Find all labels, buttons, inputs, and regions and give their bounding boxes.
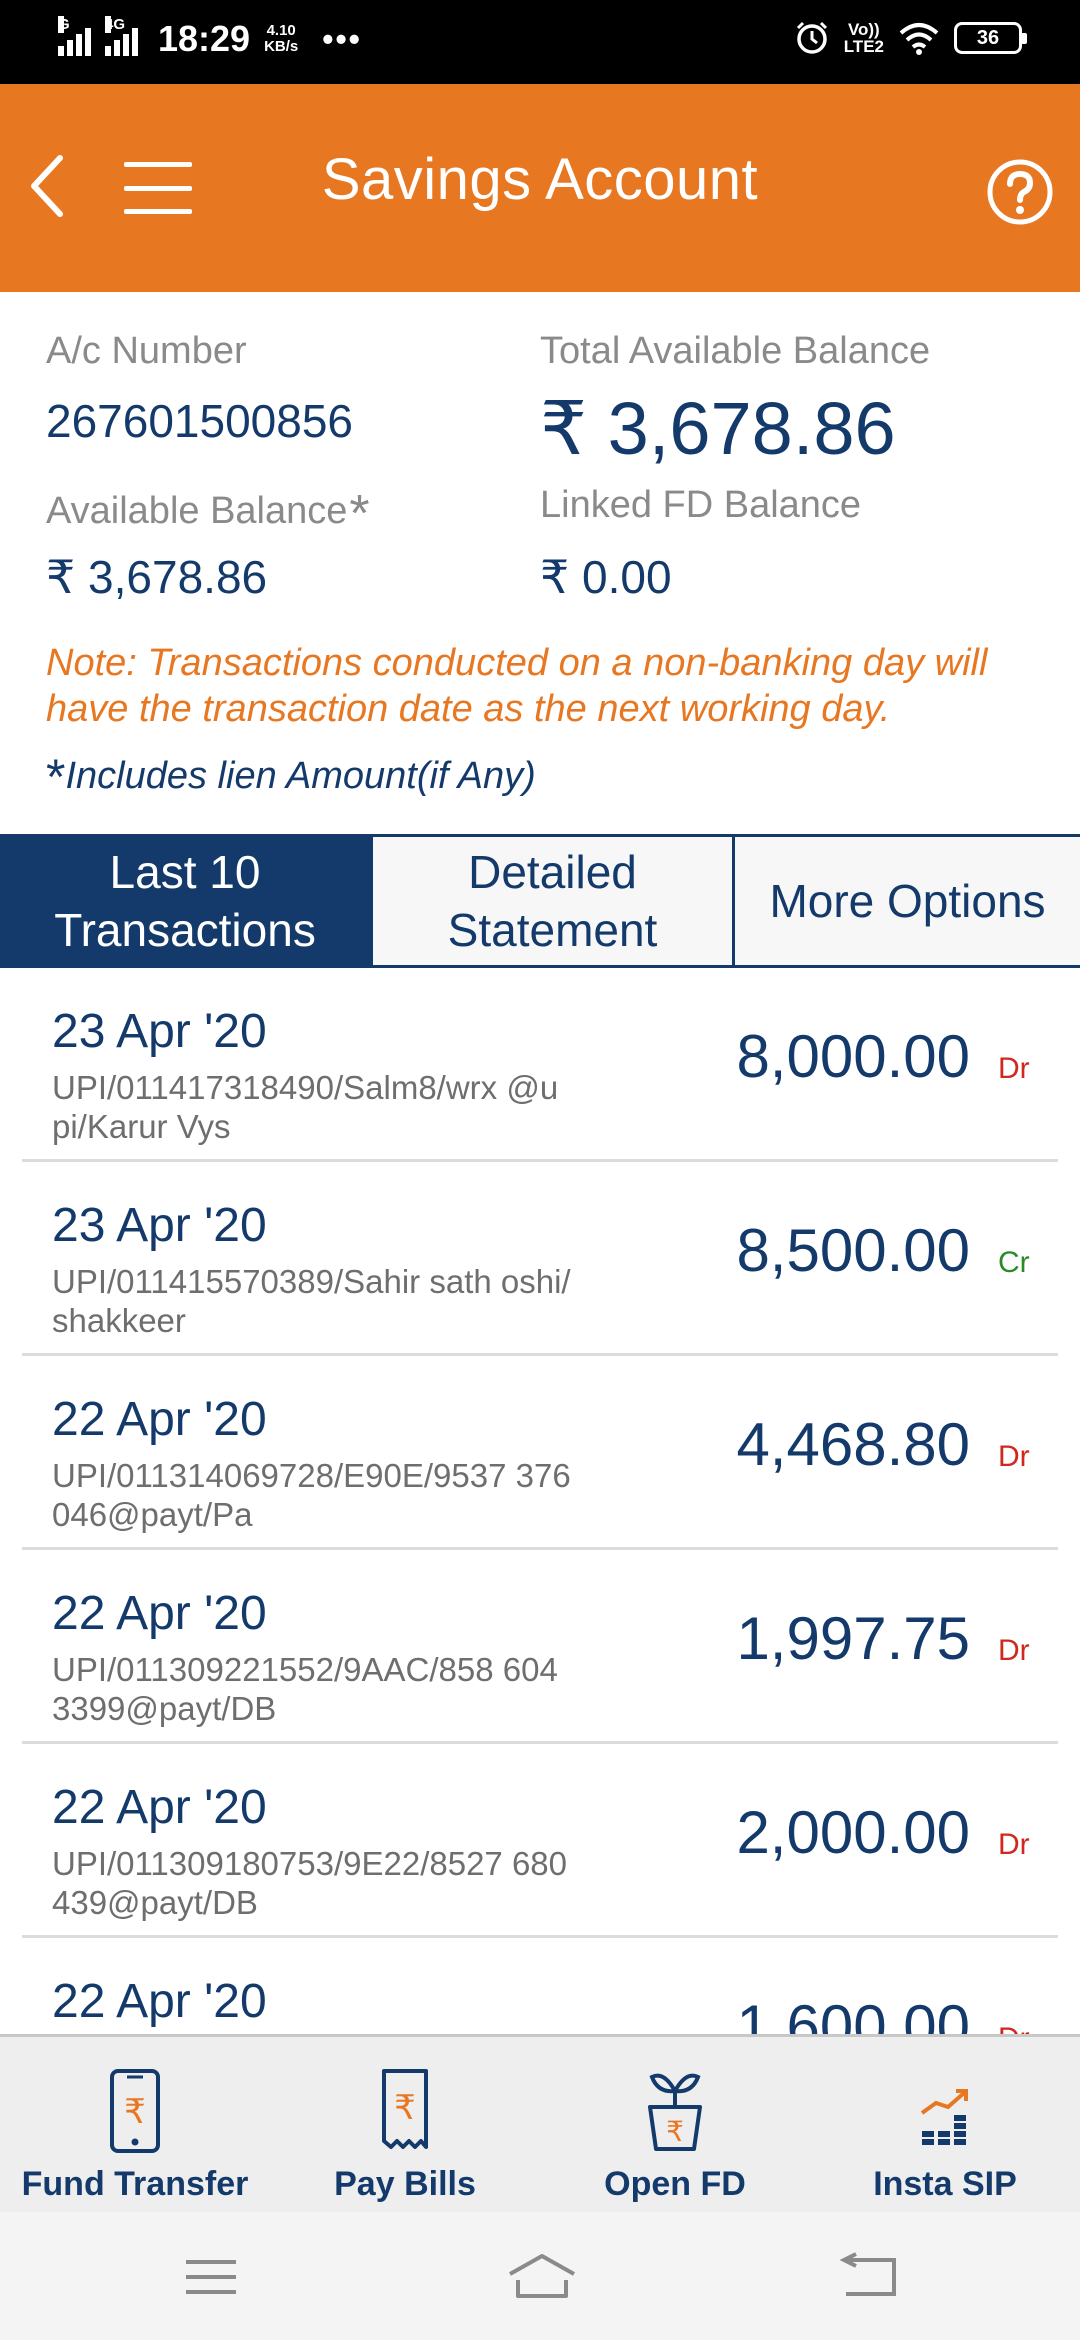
transaction-type: Dr xyxy=(998,1828,1030,1861)
status-bar: G 4G 18:29 4.10 KB/s ••• Vo)) LTE2 36 xyxy=(0,0,1080,84)
available-balance-value: ₹ 3,678.86 xyxy=(46,551,268,603)
network-speed: 4.10 KB/s xyxy=(264,22,299,55)
page-title: Savings Account xyxy=(321,147,759,212)
insta-sip-button[interactable]: Insta SIP xyxy=(810,2067,1080,2204)
signal-icon: G xyxy=(58,16,91,56)
growth-chart-icon xyxy=(920,2089,968,2145)
receipt-rupee-icon: ₹ xyxy=(382,2069,428,2149)
total-balance-label: Total Available Balance xyxy=(540,330,931,372)
transaction-amount: 1,997.75 xyxy=(736,1605,970,1672)
transaction-type: Cr xyxy=(998,1246,1030,1279)
transaction-tabs: Last 10 Transactions Detailed Statement … xyxy=(0,834,1080,968)
account-number-value: 267601500856 xyxy=(46,395,353,447)
plant-pot-rupee-icon: ₹ xyxy=(648,2073,702,2151)
more-notifications-icon: ••• xyxy=(322,20,362,57)
transaction-row[interactable]: 22 Apr '20 1,600.00 Dr xyxy=(22,1938,1058,2036)
transaction-description: UPI/011417318490/Salm8/wrx @upi/Karur Vy… xyxy=(52,1069,559,1145)
transaction-date: 22 Apr '20 xyxy=(52,1393,267,1446)
transaction-type: Dr xyxy=(998,1052,1030,1085)
system-nav-bar xyxy=(0,2212,1080,2340)
available-balance-label: Available Balance* xyxy=(46,485,370,543)
transaction-row[interactable]: 23 Apr '20 UPI/011415570389/Sahir sath o… xyxy=(22,1162,1058,1356)
question-circle-icon[interactable] xyxy=(986,158,1054,226)
back-icon[interactable] xyxy=(836,2252,902,2302)
account-number-label: A/c Number xyxy=(46,330,247,372)
clock: 18:29 xyxy=(158,18,251,59)
transaction-date: 22 Apr '20 xyxy=(52,1781,267,1834)
open-fd-label: Open FD xyxy=(604,2165,746,2203)
transaction-row[interactable]: 23 Apr '20 UPI/011417318490/Salm8/wrx @u… xyxy=(22,968,1058,1162)
transaction-amount: 8,500.00 xyxy=(736,1217,970,1284)
transaction-date: 22 Apr '20 xyxy=(52,1975,267,2028)
transaction-row[interactable]: 22 Apr '20 UPI/011309221552/9AAC/858 604… xyxy=(22,1550,1058,1744)
pay-bills-button[interactable]: ₹ Pay Bills xyxy=(270,2067,540,2204)
transaction-row[interactable]: 22 Apr '20 UPI/011314069728/E90E/9537 37… xyxy=(22,1356,1058,1550)
home-icon[interactable] xyxy=(506,2252,578,2302)
battery-icon: 36 xyxy=(954,22,1027,54)
lien-note: *Includes lien Amount(if Any) xyxy=(46,749,536,805)
volte-indicator: Vo)) LTE2 xyxy=(843,20,884,56)
signal-4g-icon: 4G xyxy=(105,16,138,56)
transaction-amount: 4,468.80 xyxy=(736,1411,970,1478)
svg-text:₹: ₹ xyxy=(394,2088,416,2128)
transaction-date-note: Note: Transactions conducted on a non-ba… xyxy=(46,642,988,730)
transaction-description: UPI/011314069728/E90E/9537 376046@payt/P… xyxy=(52,1457,571,1533)
transaction-description: UPI/011415570389/Sahir sath oshi/shakkee… xyxy=(52,1263,571,1339)
fund-transfer-button[interactable]: ₹ Fund Transfer xyxy=(0,2067,270,2204)
transaction-type: Dr xyxy=(998,1634,1030,1667)
linked-fd-label: Linked FD Balance xyxy=(540,484,862,526)
fund-transfer-label: Fund Transfer xyxy=(21,2165,249,2203)
open-fd-button[interactable]: ₹ Open FD xyxy=(540,2067,810,2204)
app-header: Savings Account xyxy=(0,84,1080,292)
total-balance-value: ₹ 3,678.86 xyxy=(540,387,896,470)
recents-icon[interactable] xyxy=(178,2252,244,2302)
transaction-amount: 1,600.00 xyxy=(736,1993,970,2036)
svg-text:₹: ₹ xyxy=(124,2092,146,2132)
transaction-row[interactable]: 22 Apr '20 UPI/011309180753/9E22/8527 68… xyxy=(22,1744,1058,1938)
transaction-date: 22 Apr '20 xyxy=(52,1587,267,1640)
transaction-description: UPI/011309180753/9E22/8527 680439@payt/D… xyxy=(52,1845,568,1921)
tab-detailed-statement[interactable]: Detailed Statement xyxy=(370,837,732,965)
quick-actions-bar: ₹ Fund Transfer ₹ Pay Bills ₹ Open FD In… xyxy=(0,2034,1080,2212)
transaction-type: Dr xyxy=(998,1440,1030,1473)
pay-bills-label: Pay Bills xyxy=(334,2165,476,2203)
insta-sip-label: Insta SIP xyxy=(873,2165,1017,2203)
tab-more-options[interactable]: More Options xyxy=(732,837,1080,965)
tab-last-10-transactions[interactable]: Last 10 Transactions xyxy=(0,837,370,965)
wifi-icon xyxy=(899,23,939,55)
linked-fd-value: ₹ 0.00 xyxy=(540,551,672,603)
transaction-amount: 8,000.00 xyxy=(736,1023,970,1090)
account-summary: A/c Number 267601500856 Total Available … xyxy=(0,292,1080,832)
svg-text:₹: ₹ xyxy=(666,2115,684,2148)
transaction-amount: 2,000.00 xyxy=(736,1799,970,1866)
transaction-list: 23 Apr '20 UPI/011417318490/Salm8/wrx @u… xyxy=(0,968,1080,2036)
transaction-date: 23 Apr '20 xyxy=(52,1005,267,1058)
transaction-date: 23 Apr '20 xyxy=(52,1199,267,1252)
mobile-rupee-icon: ₹ xyxy=(110,2069,160,2153)
transaction-description: UPI/011309221552/9AAC/858 6043399@payt/D… xyxy=(52,1651,558,1727)
alarm-icon xyxy=(796,21,827,54)
